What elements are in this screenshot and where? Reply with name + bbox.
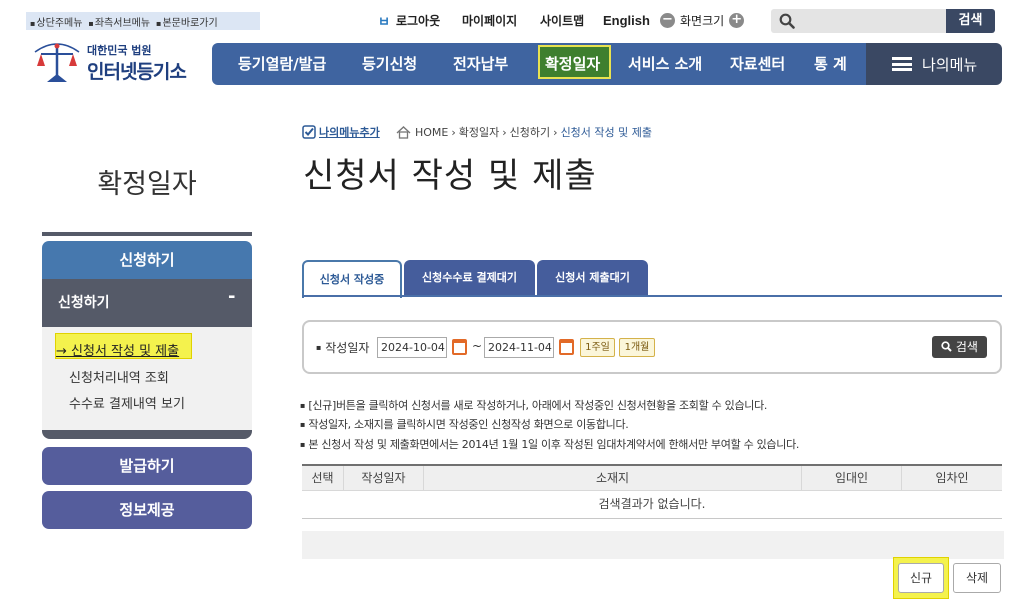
sidebar-box-bottom (42, 430, 252, 439)
breadcrumb-separator: › (502, 125, 507, 139)
zoom-control: − 화면크기 + (660, 10, 745, 30)
english-link[interactable]: English (603, 10, 650, 30)
court-emblem-icon[interactable] (29, 38, 85, 86)
sitemap-link[interactable]: 사이트맵 (540, 10, 584, 30)
sidebar-section-apply[interactable]: 신청하기 (42, 241, 252, 279)
delete-button[interactable]: 삭제 (953, 563, 1001, 593)
home-icon[interactable] (396, 125, 411, 139)
date-range-tilde: ~ (472, 339, 483, 353)
nav-item-data-center[interactable]: 자료센터 (730, 43, 785, 85)
checkbox-icon (302, 125, 316, 139)
nav-item-registry-apply[interactable]: 등기신청 (362, 43, 417, 85)
sidebar-item-info[interactable]: 정보제공 (42, 491, 252, 529)
col-date: 작성일자 (344, 466, 424, 491)
logout-link[interactable]: ㅂ 로그아웃 (378, 10, 440, 30)
nav-item-confirmed-date[interactable]: 확정일자 (545, 43, 600, 85)
date-to-input[interactable]: 2024-11-04 (484, 337, 554, 358)
tab-submit-pending[interactable]: 신청서 제출대기 (537, 260, 648, 296)
skip-link-left-menu[interactable]: 좌측서브메뉴 (88, 14, 150, 29)
sidebar-item-history[interactable]: 신청처리내역 조회 (69, 367, 169, 386)
date-search-label: 검색 (955, 340, 978, 354)
my-menu-label: 나의메뉴 (922, 55, 978, 74)
site-search-button[interactable]: 검색 (946, 9, 995, 33)
site-search-input[interactable] (771, 9, 947, 33)
breadcrumb-separator: › (451, 125, 456, 139)
date-label-text: 작성일자 (325, 341, 370, 355)
sidebar-title: 확정일자 (97, 169, 197, 200)
breadcrumb-home[interactable]: HOME (415, 126, 448, 139)
search-icon (779, 13, 795, 29)
nav-item-registry-view[interactable]: 등기열람/발급 (238, 43, 326, 85)
calendar-from-icon[interactable] (452, 339, 467, 355)
breadcrumb-current: 신청서 작성 및 제출 (560, 126, 653, 139)
nav-item-statistics[interactable]: 통 계 (814, 43, 847, 85)
notice-text-1: [신규]버튼을 클릭하여 신청서를 새로 작성하거나, 아래에서 작성중인 신청… (308, 399, 768, 412)
add-my-menu-button[interactable]: 나의메뉴추가 (302, 124, 380, 140)
one-week-button[interactable]: 1주일 (580, 338, 615, 357)
breadcrumb-separator: › (553, 125, 558, 139)
notice-3: ▪ 본 신청서 작성 및 제출화면에서는 2014년 1월 1일 이후 작성된 … (300, 438, 800, 451)
sidebar-item-fee-history[interactable]: 수수료 결제내역 보기 (69, 393, 185, 412)
notice-text-3: 본 신청서 작성 및 제출화면에서는 2014년 1월 1일 이후 작성된 임대… (308, 438, 800, 451)
calendar-to-icon[interactable] (559, 339, 574, 355)
breadcrumb-confirmed-date[interactable]: 확정일자 (459, 124, 499, 140)
skip-link-top-menu[interactable]: 상단주메뉴 (30, 14, 82, 29)
tab-writing[interactable]: 신청서 작성중 (302, 260, 402, 298)
new-button[interactable]: 신규 (898, 563, 944, 593)
skip-links: 상단주메뉴 좌측서브메뉴 본문바로가기 (26, 12, 260, 30)
logo-subtitle: 대한민국 법원 (87, 44, 152, 57)
zoom-label: 화면크기 (680, 13, 725, 28)
one-month-button[interactable]: 1개월 (619, 338, 655, 357)
notice-text-2: 작성일자, 소재지를 클릭하시면 작성중인 신청작성 화면으로 이동합니다. (308, 418, 629, 431)
tab-fee-pending[interactable]: 신청수수료 결제대기 (404, 260, 535, 296)
breadcrumb-apply[interactable]: 신청하기 (510, 124, 550, 140)
notice-1: ▪ [신규]버튼을 클릭하여 신청서를 새로 작성하거나, 아래에서 작성중인 … (300, 399, 768, 412)
date-search-button[interactable]: 검색 (932, 336, 987, 358)
col-address: 소재지 (424, 466, 802, 491)
table-empty-row: 검색결과가 없습니다. (302, 491, 1002, 519)
hamburger-icon (892, 57, 912, 71)
logo-title[interactable]: 인터넷등기소 (87, 57, 187, 84)
sidebar-item-write-submit[interactable]: → 신청서 작성 및 제출 (56, 340, 179, 359)
col-landlord: 임대인 (802, 466, 902, 491)
notice-2: ▪ 작성일자, 소재지를 클릭하시면 작성중인 신청작성 화면으로 이동합니다. (300, 418, 629, 431)
date-from-input[interactable]: 2024-10-04 (377, 337, 447, 358)
nav-item-e-payment[interactable]: 전자납부 (453, 43, 508, 85)
zoom-in-icon[interactable]: + (729, 12, 745, 28)
add-my-menu-label: 나의메뉴추가 (319, 126, 380, 139)
pagination-bar (302, 531, 1004, 559)
col-select: 선택 (302, 466, 344, 491)
search-icon (941, 341, 952, 352)
logout-icon: ㅂ (378, 14, 390, 30)
mypage-link[interactable]: 마이페이지 (462, 10, 517, 30)
sidebar-divider (42, 232, 252, 236)
nav-item-service-intro[interactable]: 서비스 소개 (628, 43, 702, 85)
tab-underline (302, 295, 1002, 297)
my-menu-button[interactable]: 나의메뉴 (866, 43, 1002, 85)
skip-link-content[interactable]: 본문바로가기 (156, 14, 217, 29)
sidebar-item-issue[interactable]: 발급하기 (42, 447, 252, 485)
date-label: ▪ 작성일자 (316, 341, 370, 355)
zoom-out-icon[interactable]: − (660, 12, 675, 28)
logout-label: 로그아웃 (395, 13, 441, 28)
sidebar-submenu-apply[interactable]: 신청하기 (42, 279, 252, 327)
col-tenant: 임차인 (902, 466, 1002, 491)
breadcrumb: HOME › 확정일자 › 신청하기 › 신청서 작성 및 제출 (396, 124, 652, 140)
collapse-icon[interactable]: - (228, 286, 235, 307)
page-title: 신청서 작성 및 제출 (303, 156, 597, 196)
